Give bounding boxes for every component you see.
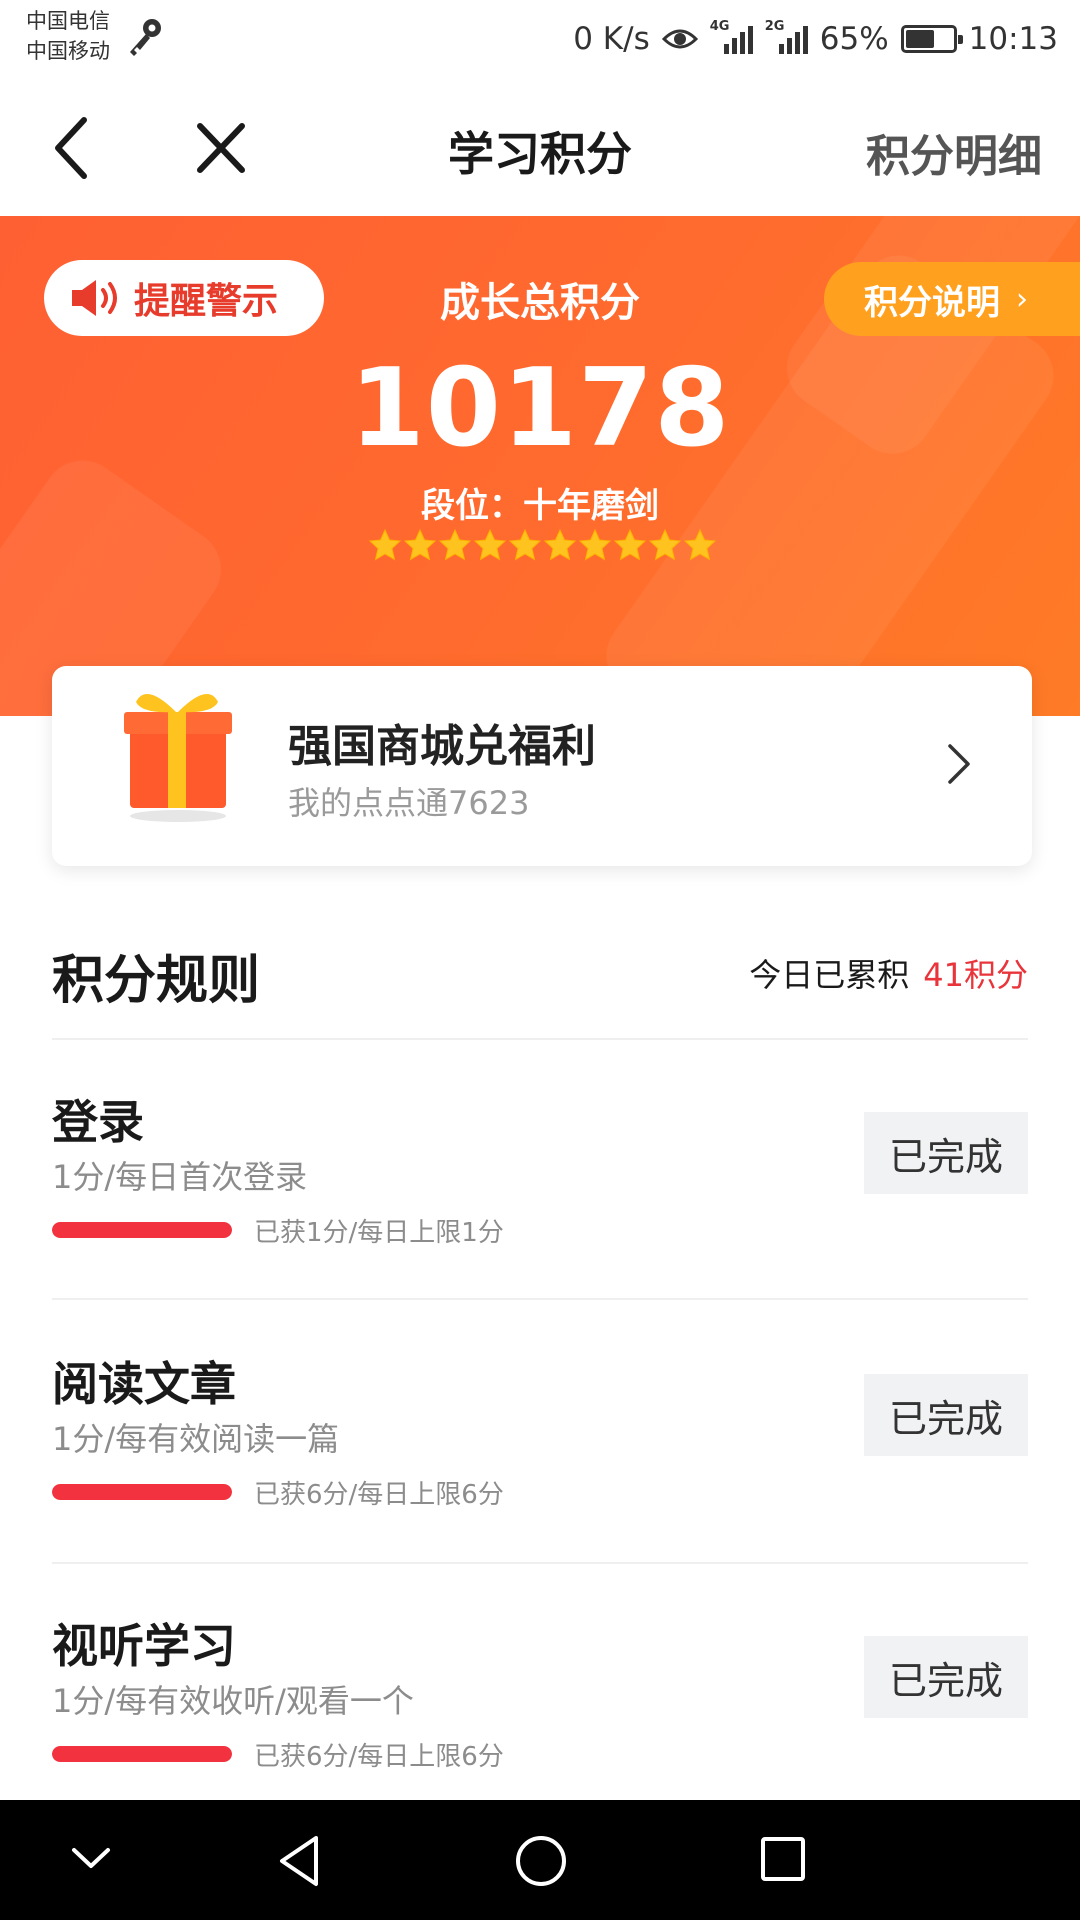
network-type-1: 4G xyxy=(709,19,730,34)
nav-recents-square-icon[interactable] xyxy=(758,1834,808,1884)
task-desc: 1分/每日首次登录 xyxy=(52,1158,308,1196)
status-bar: 中国电信 中国移动 0 K/s 4G 2G 65% 10:13 xyxy=(0,0,1080,80)
net-speed: 0 K/s xyxy=(573,21,650,57)
mall-title: 强国商城兑福利 xyxy=(288,721,596,772)
points-explanation-button[interactable]: 积分说明 › xyxy=(824,262,1080,336)
task-row: 登录 1分/每日首次登录 已获1分/每日上限1分 已完成 xyxy=(0,1086,1080,1346)
task-desc: 1分/每有效阅读一篇 xyxy=(52,1420,340,1458)
task-row: 阅读文章 1分/每有效阅读一篇 已获6分/每日上限6分 已完成 xyxy=(0,1348,1080,1608)
score-hero: 提醒警示 成长总积分 积分说明 › 10178 段位：十年磨剑 xyxy=(0,216,1080,716)
star-icon xyxy=(368,528,402,561)
points-detail-link[interactable]: 积分明细 xyxy=(866,120,1042,184)
status-indicators: 0 K/s 4G 2G 65% 10:13 xyxy=(573,14,1058,64)
battery-icon xyxy=(900,25,963,53)
task-progress-bar xyxy=(52,1746,232,1762)
star-icon xyxy=(438,528,472,561)
key-icon xyxy=(130,19,161,56)
task-progress-text: 已获1分/每日上限1分 xyxy=(254,1218,504,1248)
system-nav-bar xyxy=(0,1800,1080,1920)
signal-strength-2: 2G xyxy=(765,20,808,54)
back-icon[interactable] xyxy=(40,106,104,190)
star-icon xyxy=(613,528,647,561)
today-label: 今日已累积 xyxy=(749,956,910,994)
nav-down-chevron-icon[interactable] xyxy=(66,1834,116,1884)
divider xyxy=(52,1038,1028,1040)
task-status-button[interactable]: 已完成 xyxy=(864,1112,1028,1194)
task-name: 视听学习 xyxy=(52,1619,236,1673)
task-progress-text: 已获6分/每日上限6分 xyxy=(254,1480,504,1510)
star-icon xyxy=(543,528,577,561)
divider xyxy=(52,1298,1028,1300)
nav-back-triangle-icon[interactable] xyxy=(274,1834,324,1888)
battery-percent: 65% xyxy=(819,21,889,57)
task-status-button[interactable]: 已完成 xyxy=(864,1374,1028,1456)
star-icon xyxy=(403,528,437,561)
carrier-2: 中国移动 xyxy=(26,39,110,63)
mall-points-balance: 我的点点通7623 xyxy=(288,784,530,822)
mall-card[interactable]: 强国商城兑福利 我的点点通7623 xyxy=(52,666,1032,866)
alert-warning-label: 提醒警示 xyxy=(134,280,279,322)
today-accumulated: 今日已累积 41积分 xyxy=(749,950,1028,996)
eye-icon xyxy=(661,29,698,49)
task-progress-text: 已获6分/每日上限6分 xyxy=(254,1742,504,1772)
alert-warning-button[interactable]: 提醒警示 xyxy=(44,260,324,336)
divider xyxy=(52,1562,1028,1564)
nav-home-circle-icon[interactable] xyxy=(514,1834,568,1888)
carrier-1: 中国电信 xyxy=(26,9,110,33)
task-status-button[interactable]: 已完成 xyxy=(864,1636,1028,1718)
signal-strength-1: 4G xyxy=(710,20,753,54)
gift-icon xyxy=(124,694,232,822)
star-icon xyxy=(473,528,507,561)
star-icon xyxy=(508,528,542,561)
points-explanation-label: 积分说明 xyxy=(864,282,1000,323)
network-type-2: 2G xyxy=(764,19,785,34)
speaker-icon xyxy=(72,280,117,316)
star-icon xyxy=(578,528,612,561)
nav-bar: 学习积分 积分明细 xyxy=(0,80,1080,216)
chevron-right-icon xyxy=(948,744,970,784)
star-icon xyxy=(683,528,717,561)
today-points: 41积分 xyxy=(923,956,1028,994)
task-desc: 1分/每有效收听/观看一个 xyxy=(52,1682,414,1720)
chevron-right-icon: › xyxy=(1016,281,1028,317)
rules-title: 积分规则 xyxy=(52,951,261,1011)
task-progress-bar xyxy=(52,1484,232,1500)
close-icon[interactable] xyxy=(186,112,256,184)
task-name: 登录 xyxy=(52,1095,144,1149)
carrier-info: 中国电信 中国移动 xyxy=(26,6,110,66)
clock: 10:13 xyxy=(968,21,1058,57)
task-name: 阅读文章 xyxy=(52,1357,236,1411)
star-icon xyxy=(648,528,682,561)
rank-stars xyxy=(368,528,717,562)
task-progress-bar xyxy=(52,1222,232,1238)
